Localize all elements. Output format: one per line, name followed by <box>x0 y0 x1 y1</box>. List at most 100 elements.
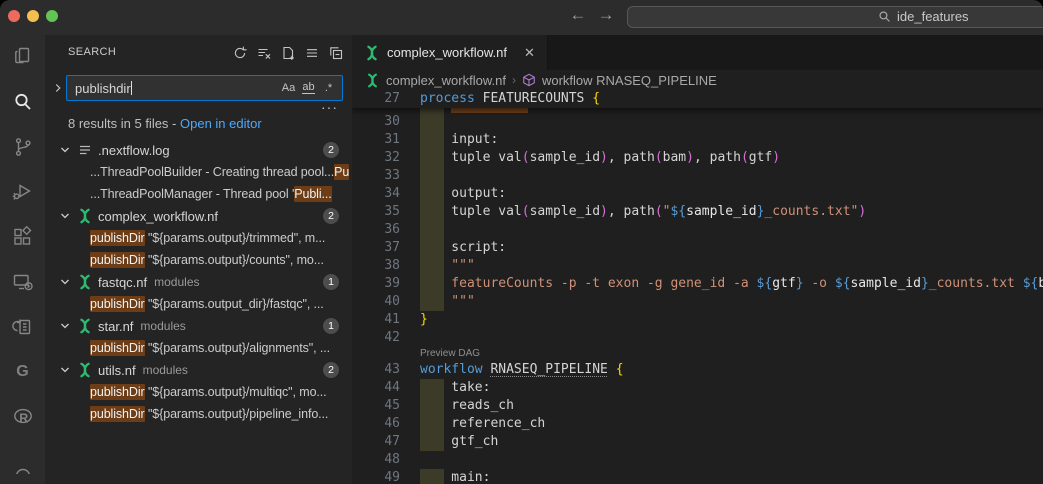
task-runner-icon[interactable] <box>0 304 45 349</box>
search-result-file-row[interactable]: utils.nfmodules2 <box>45 359 352 381</box>
toggle-replace-button[interactable] <box>51 81 65 95</box>
code-line[interactable]: 30 <box>352 113 1043 131</box>
chevron-down-icon[interactable] <box>57 274 73 290</box>
breadcrumb-file[interactable]: complex_workflow.nf <box>386 73 506 88</box>
search-match-highlight: Publi... <box>294 186 331 202</box>
code-line[interactable]: 45 reads_ch <box>352 397 1043 415</box>
toggle-search-details-button[interactable]: ··· <box>321 99 338 115</box>
close-tab-icon[interactable]: ✕ <box>524 45 535 61</box>
search-view-icon[interactable] <box>0 80 45 125</box>
file-detail: modules <box>143 363 188 377</box>
code-line[interactable]: 48 <box>352 451 1043 469</box>
code-line[interactable]: 38 """ <box>352 257 1043 275</box>
search-result-match-row[interactable]: publishDir "${params.output_dir}/fastqc"… <box>45 293 352 315</box>
code-line[interactable]: 46 reference_ch <box>352 415 1043 433</box>
match-text: publishDir "${params.output}/pipeline_in… <box>45 407 328 421</box>
clear-search-results-icon[interactable] <box>254 43 274 63</box>
nav-forward-button[interactable]: → <box>594 5 618 25</box>
indent-highlight <box>420 108 444 113</box>
open-in-editor-link[interactable]: Open in editor <box>180 116 262 131</box>
breadcrumb: complex_workflow.nf › workflow RNASEQ_PI… <box>352 70 1043 90</box>
search-match-highlight: publishDir <box>90 252 145 268</box>
search-result-match-row[interactable]: publishDir "${params.output}/pipeline_in… <box>45 403 352 425</box>
search-result-match-row[interactable]: publishDir "${params.output}/alignments"… <box>45 337 352 359</box>
code-text: featureCounts -p -t exon -g gene_id -a $… <box>420 275 1043 293</box>
search-match-highlight: publishDir <box>90 340 145 356</box>
code-area[interactable]: 27 process FEATURECOUNTS { 3031 input:32… <box>352 90 1043 484</box>
command-center-search[interactable]: ide_features <box>627 6 1043 28</box>
line-number: 46 <box>352 415 400 433</box>
result-count-badge: 2 <box>323 208 339 224</box>
sticky-code-text: process FEATURECOUNTS { <box>420 90 600 108</box>
code-line[interactable]: 47 gtf_ch <box>352 433 1043 451</box>
match-text: ...ThreadPoolManager - Thread pool 'Publ… <box>45 187 332 201</box>
code-line[interactable]: 33 <box>352 167 1043 185</box>
search-result-file-row[interactable]: complex_workflow.nf2 <box>45 205 352 227</box>
remote-explorer-icon[interactable] <box>0 260 45 305</box>
code-line[interactable]: 32 tuple val(sample_id), path(bam), path… <box>352 149 1043 167</box>
text-cursor <box>131 81 132 95</box>
close-window-button[interactable] <box>8 10 20 22</box>
zoom-window-button[interactable] <box>46 10 58 22</box>
code-text: output: <box>420 185 506 203</box>
regex-toggle[interactable]: .* <box>320 80 337 97</box>
code-line[interactable]: 40 """ <box>352 293 1043 311</box>
code-line[interactable]: 34 output: <box>352 185 1043 203</box>
code-line[interactable]: 39 featureCounts -p -t exon -g gene_id -… <box>352 275 1043 293</box>
line-number: 47 <box>352 433 400 451</box>
tab-label: complex_workflow.nf <box>387 45 507 60</box>
tab-complex-workflow[interactable]: complex_workflow.nf ✕ <box>352 35 548 70</box>
nav-back-button[interactable]: ← <box>566 5 590 25</box>
breadcrumb-symbol[interactable]: workflow RNASEQ_PIPELINE <box>542 73 717 88</box>
search-input[interactable]: publishdir Aa ab .* <box>66 75 343 101</box>
run-debug-icon[interactable] <box>0 170 45 215</box>
search-result-file-row[interactable]: star.nfmodules1 <box>45 315 352 337</box>
source-control-icon[interactable] <box>0 125 45 170</box>
line-number: 41 <box>352 311 400 329</box>
extensions-icon[interactable] <box>0 215 45 260</box>
whole-word-toggle[interactable]: ab <box>300 80 317 97</box>
code-line[interactable]: 36 <box>352 221 1043 239</box>
code-text: tuple val(sample_id), path("${sample_id}… <box>420 203 866 221</box>
chevron-down-icon[interactable] <box>57 208 73 224</box>
file-detail: modules <box>140 319 185 333</box>
code-line[interactable]: 37 script: <box>352 239 1043 257</box>
match-text: publishDir "${params.output}/alignments"… <box>45 341 330 355</box>
sticky-scroll-line[interactable]: 27 process FEATURECOUNTS { <box>352 90 1043 108</box>
search-result-file-row[interactable]: .nextflow.log2 <box>45 139 352 161</box>
chevron-down-icon[interactable] <box>57 362 73 378</box>
open-new-search-editor-icon[interactable] <box>278 43 298 63</box>
line-number: 40 <box>352 293 400 311</box>
search-result-file-row[interactable]: fastqc.nfmodules1 <box>45 271 352 293</box>
match-case-toggle[interactable]: Aa <box>280 80 297 97</box>
result-count-badge: 2 <box>323 362 339 378</box>
code-line[interactable]: 42 <box>352 329 1043 347</box>
gitlens-icon[interactable]: G <box>0 349 45 394</box>
search-match-highlight: publishDir <box>90 230 145 246</box>
code-line[interactable]: 44 take: <box>352 379 1043 397</box>
explorer-icon[interactable] <box>0 35 45 80</box>
code-line[interactable]: 41} <box>352 311 1043 329</box>
code-line[interactable]: 31 input: <box>352 131 1043 149</box>
chevron-down-icon[interactable] <box>57 318 73 334</box>
search-result-match-row[interactable]: ...ThreadPoolBuilder - Creating thread p… <box>45 161 352 183</box>
search-result-match-row[interactable]: ...ThreadPoolManager - Thread pool 'Publ… <box>45 183 352 205</box>
r-language-icon[interactable]: R <box>0 394 45 439</box>
line-number: 34 <box>352 185 400 203</box>
results-summary: 8 results in 5 files - Open in editor <box>68 116 262 131</box>
code-line[interactable]: 43workflow RNASEQ_PIPELINE { <box>352 361 1043 379</box>
code-line[interactable]: 49 main: <box>352 469 1043 484</box>
search-result-match-row[interactable]: publishDir "${params.output}/trimmed", m… <box>45 227 352 249</box>
refresh-icon[interactable] <box>230 43 250 63</box>
code-line[interactable]: 35 tuple val(sample_id), path("${sample_… <box>352 203 1043 221</box>
search-result-match-row[interactable]: publishDir "${params.output}/counts", mo… <box>45 249 352 271</box>
bottom-partial-icon[interactable] <box>0 439 45 484</box>
view-as-list-icon[interactable] <box>302 43 322 63</box>
search-result-match-row[interactable]: publishDir "${params.output}/multiqc", m… <box>45 381 352 403</box>
match-text: publishDir "${params.output}/multiqc", m… <box>45 385 327 399</box>
minimize-window-button[interactable] <box>27 10 39 22</box>
codelens-preview-dag[interactable]: Preview DAG <box>420 347 1043 361</box>
collapse-all-icon[interactable] <box>326 43 346 63</box>
indent-highlight <box>420 221 444 239</box>
chevron-down-icon[interactable] <box>57 142 73 158</box>
